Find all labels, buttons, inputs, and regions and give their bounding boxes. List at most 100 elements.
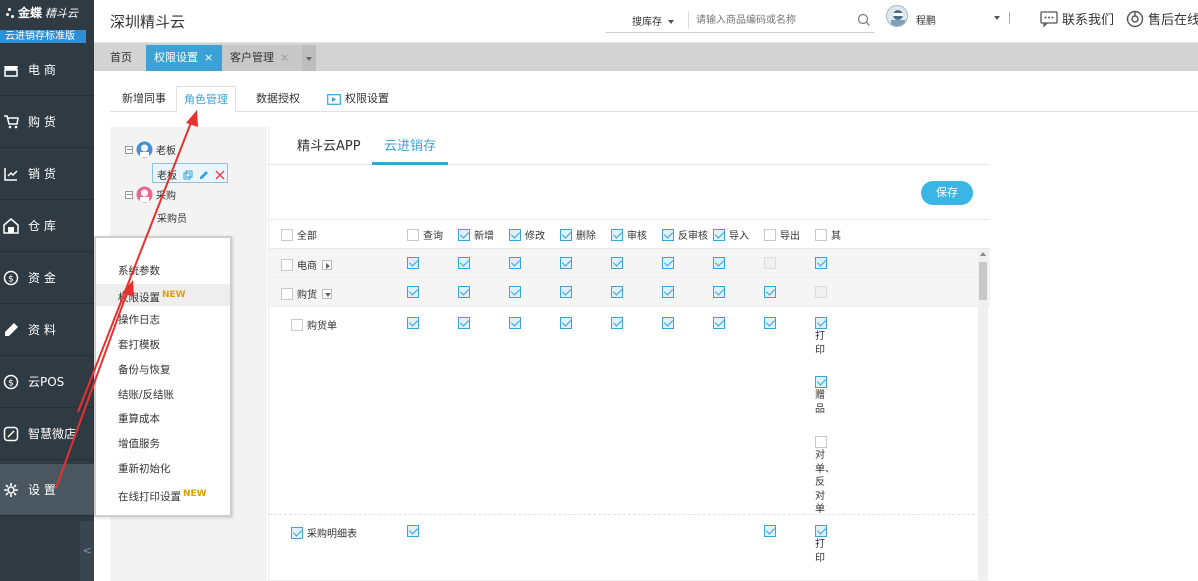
checkbox[interactable] <box>407 228 419 241</box>
sidebar-item-data[interactable]: 资 料 <box>0 304 94 356</box>
checkbox[interactable] <box>560 257 572 269</box>
column-other[interactable]: 其 <box>815 227 841 242</box>
collapse-toggle[interactable]: − <box>125 190 133 199</box>
checkbox[interactable] <box>713 286 725 298</box>
menu-item-value-added[interactable]: 增值服务 <box>96 433 230 455</box>
menu-item-recalc-cost[interactable]: 重算成本 <box>96 408 230 430</box>
checkbox[interactable] <box>291 318 303 331</box>
subtab-role-management[interactable]: 角色管理 <box>176 86 236 112</box>
tree-node-purchase[interactable]: − 采购 <box>125 186 176 203</box>
checkbox[interactable] <box>662 228 674 241</box>
subtab-data-authorization[interactable]: 数据授权 <box>249 86 307 112</box>
avatar[interactable] <box>886 5 908 27</box>
sidebar-item-microstore[interactable]: 智慧微店 <box>0 408 94 460</box>
checkbox[interactable] <box>407 525 419 537</box>
sidebar-item-sales[interactable]: 销 货 <box>0 148 94 200</box>
checkbox[interactable] <box>611 257 623 269</box>
tab-home[interactable]: 首页 <box>102 45 140 71</box>
sidebar-item-warehouse[interactable]: 仓 库 <box>0 200 94 252</box>
checkbox[interactable] <box>281 287 293 300</box>
column-unaudit[interactable]: 反审核 <box>662 227 708 242</box>
collapse-toggle[interactable]: − <box>125 145 133 154</box>
row-label[interactable]: 购货 <box>281 286 332 301</box>
close-icon[interactable]: × <box>204 51 213 64</box>
close-icon[interactable]: × <box>280 51 289 64</box>
tree-node-purchase-role[interactable]: 采购员 <box>157 210 187 225</box>
menu-item-print-template[interactable]: 套打模板 <box>96 334 230 356</box>
tab-jdy-app[interactable]: 精斗云APP <box>297 135 361 154</box>
column-add[interactable]: 新增 <box>458 227 494 242</box>
sidebar-item-pos[interactable]: $ 云POS <box>0 356 94 408</box>
sidebar-item-settings[interactable]: 设 置 <box>0 464 94 516</box>
username[interactable]: 程鹏 <box>916 12 936 27</box>
scrollbar[interactable] <box>978 250 988 581</box>
tree-node-boss-role[interactable]: 老板 <box>157 167 225 182</box>
row-label[interactable]: 购货单 <box>291 317 337 332</box>
contact-us-link[interactable]: 联系我们 <box>1040 9 1114 28</box>
checkbox[interactable] <box>509 257 521 269</box>
checkbox[interactable] <box>509 317 521 329</box>
column-all[interactable]: 全部 <box>281 227 317 242</box>
chevron-down-icon[interactable] <box>322 288 332 299</box>
menu-item-backup-restore[interactable]: 备份与恢复 <box>96 359 230 381</box>
checkbox[interactable] <box>662 257 674 269</box>
checkbox[interactable] <box>815 228 827 241</box>
checkbox[interactable] <box>560 317 572 329</box>
checkbox[interactable] <box>611 286 623 298</box>
checkbox[interactable] <box>662 317 674 329</box>
checkbox[interactable] <box>458 228 470 241</box>
sidebar-item-funds[interactable]: $ 资 金 <box>0 252 94 304</box>
select-all-checkbox[interactable] <box>281 228 293 241</box>
sidebar-item-purchase[interactable]: 购 货 <box>0 96 94 148</box>
search-input[interactable] <box>696 11 846 29</box>
save-button[interactable]: 保存 <box>921 181 973 205</box>
checkbox[interactable] <box>764 317 776 329</box>
aftersales-link[interactable]: 售后在线 <box>1126 9 1198 28</box>
checkbox-print[interactable] <box>815 317 827 329</box>
column-import[interactable]: 导入 <box>713 227 749 242</box>
column-export[interactable]: 导出 <box>764 227 800 242</box>
checkbox[interactable] <box>662 286 674 298</box>
copy-icon[interactable] <box>183 170 193 180</box>
subtab-permission-settings[interactable]: 权限设置 <box>320 86 396 112</box>
column-edit[interactable]: 修改 <box>509 227 545 242</box>
sidebar-item-ecommerce[interactable]: 电 商 <box>0 44 94 96</box>
tab-list-dropdown[interactable] <box>302 45 316 71</box>
column-audit[interactable]: 审核 <box>611 227 647 242</box>
tab-cloud-inventory[interactable]: 云进销存 <box>384 135 436 154</box>
sidebar-collapse-button[interactable]: < <box>80 521 94 581</box>
delete-icon[interactable] <box>215 169 225 180</box>
checkbox[interactable] <box>458 317 470 329</box>
scroll-up-icon[interactable] <box>980 252 986 256</box>
tab-permission-settings[interactable]: 权限设置 × <box>146 45 222 71</box>
checkbox[interactable] <box>458 257 470 269</box>
checkbox[interactable] <box>407 257 419 269</box>
checkbox[interactable] <box>281 258 293 271</box>
checkbox-reconcile[interactable] <box>815 436 827 448</box>
edit-icon[interactable] <box>199 170 209 180</box>
checkbox[interactable] <box>458 286 470 298</box>
menu-item-closing[interactable]: 结账/反结账 <box>96 384 230 406</box>
checkbox[interactable] <box>407 286 419 298</box>
checkbox[interactable] <box>560 228 572 241</box>
checkbox[interactable] <box>611 228 623 241</box>
checkbox[interactable] <box>509 228 521 241</box>
checkbox[interactable] <box>713 257 725 269</box>
checkbox-gift[interactable] <box>815 376 827 388</box>
subtab-add-colleague[interactable]: 新增同事 <box>115 86 173 112</box>
checkbox[interactable] <box>291 526 303 539</box>
checkbox[interactable] <box>611 317 623 329</box>
scrollbar-thumb[interactable] <box>979 262 987 300</box>
chevron-down-icon[interactable] <box>994 16 1000 20</box>
checkbox[interactable] <box>815 257 827 269</box>
menu-item-system-params[interactable]: 系统参数 <box>96 260 230 282</box>
checkbox-print[interactable] <box>815 525 827 537</box>
row-label[interactable]: 电商 <box>281 257 332 272</box>
menu-item-reinitialize[interactable]: 重新初始化 <box>96 458 230 480</box>
checkbox[interactable] <box>560 286 572 298</box>
checkbox[interactable] <box>713 317 725 329</box>
checkbox[interactable] <box>509 286 521 298</box>
search-icon[interactable] <box>856 12 872 28</box>
tab-customer-management[interactable]: 客户管理 × <box>222 45 302 71</box>
chevron-right-icon[interactable] <box>322 259 332 270</box>
